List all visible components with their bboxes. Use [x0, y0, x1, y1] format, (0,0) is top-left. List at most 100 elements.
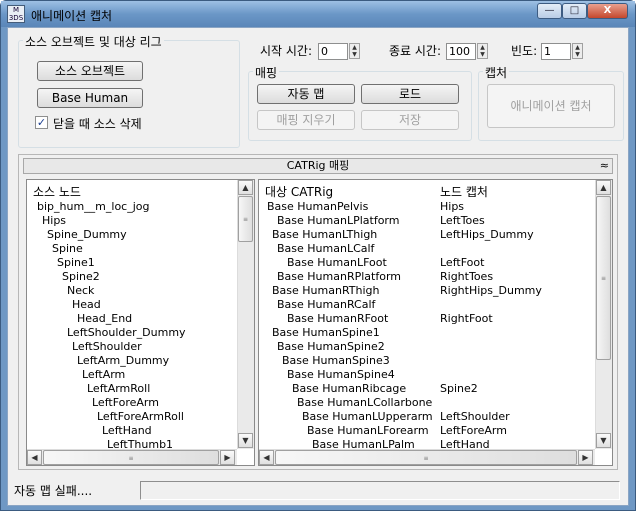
- scroll-up-arrow-icon[interactable]: ▲: [596, 180, 611, 195]
- source-node-item[interactable]: Spine2: [62, 270, 100, 283]
- target-catrig-node[interactable]: Base HumanRibcage: [292, 382, 406, 395]
- node-capture-header: 노드 캡처: [440, 185, 488, 199]
- catrig-mapping-rollout-header[interactable]: CATRig 매핑 ≈: [23, 158, 613, 174]
- capture-group-label: 캡처: [483, 64, 510, 81]
- clear-mapping-button[interactable]: 매핑 지우기: [257, 110, 355, 130]
- catrig-mapping-panel: CATRig 매핑 ≈ 소스 노드 bip_hum__m_loc_jog Hips…: [18, 154, 618, 470]
- captured-node[interactable]: Spine2: [440, 382, 478, 395]
- target-catrig-node[interactable]: Base HumanSpine1: [272, 326, 380, 339]
- collapse-icon[interactable]: ≈: [600, 160, 609, 172]
- source-list-hscroll-thumb[interactable]: ≡: [43, 450, 219, 465]
- frequency-label: 빈도:: [511, 44, 538, 58]
- catrig-mapping-title: CATRig 매핑: [286, 159, 350, 172]
- source-node-item[interactable]: LeftForeArm: [92, 396, 159, 409]
- target-list-vertical-scrollbar[interactable]: ▲ ≡ ▼: [595, 180, 612, 449]
- source-node-item[interactable]: Spine1: [57, 256, 95, 269]
- dialog-client-area: 소스 오브젝트 및 대상 리그 소스 오브젝트 Base Human ✓ 닫을 …: [7, 27, 629, 506]
- target-catrig-node[interactable]: Base HumanLUpperarm: [302, 410, 433, 423]
- base-human-button[interactable]: Base Human: [37, 88, 143, 108]
- minimize-button[interactable]: —: [537, 3, 562, 19]
- target-catrig-node[interactable]: Base HumanLCalf: [277, 242, 374, 255]
- source-node-item[interactable]: LeftForeArmRoll: [97, 410, 184, 423]
- source-node-item[interactable]: bip_hum__m_loc_jog: [37, 200, 150, 213]
- target-catrig-node[interactable]: Base HumanSpine4: [287, 368, 395, 381]
- end-time-spinner[interactable]: ▲ ▼: [477, 43, 488, 59]
- source-group-label: 소스 오브젝트 및 대상 리그: [23, 33, 164, 50]
- window-title: 애니메이션 캡처: [31, 9, 113, 23]
- target-list-vscroll-thumb[interactable]: ≡: [596, 196, 611, 360]
- captured-node[interactable]: RightHips_Dummy: [440, 284, 542, 297]
- end-time-label: 종료 시간:: [389, 44, 442, 58]
- start-time-field[interactable]: 0: [318, 43, 348, 60]
- target-catrig-node[interactable]: Base HumanRFoot: [287, 312, 388, 325]
- source-node-item[interactable]: LeftHand: [102, 424, 152, 437]
- start-time-label: 시작 시간:: [260, 44, 313, 58]
- animation-capture-window: M 3DS 애니메이션 캡처 — □ X 소스 오브젝트 및 대상 리그 소스 오…: [0, 0, 636, 511]
- source-node-item[interactable]: LeftShoulder: [72, 340, 142, 353]
- target-catrig-node[interactable]: Base HumanRThigh: [272, 284, 380, 297]
- captured-node[interactable]: RightFoot: [440, 312, 493, 325]
- close-button[interactable]: X: [587, 3, 628, 19]
- captured-node[interactable]: Hips: [440, 200, 464, 213]
- scroll-down-arrow-icon[interactable]: ▼: [596, 433, 611, 448]
- captured-node[interactable]: LeftForeArm: [440, 424, 507, 437]
- frequency-spinner[interactable]: ▲ ▼: [572, 43, 583, 59]
- app-icon-text-top: M: [12, 6, 20, 14]
- capture-group: 캡처 애니메이션 캡처: [478, 64, 624, 141]
- target-catrig-node[interactable]: Base HumanSpine2: [277, 340, 385, 353]
- source-node-item[interactable]: Neck: [67, 284, 94, 297]
- target-catrig-node[interactable]: Base HumanRPlatform: [277, 270, 401, 283]
- source-node-header: 소스 노드: [33, 185, 81, 199]
- save-button[interactable]: 저장: [361, 110, 459, 130]
- scroll-right-arrow-icon[interactable]: ▶: [220, 450, 235, 465]
- start-time-spinner[interactable]: ▲ ▼: [349, 43, 360, 59]
- target-list-hscroll-thumb[interactable]: ≡: [275, 450, 577, 465]
- scroll-down-arrow-icon[interactable]: ▼: [238, 433, 253, 448]
- source-node-item[interactable]: Head: [72, 298, 101, 311]
- source-list-vscroll-thumb[interactable]: ≡: [238, 196, 253, 242]
- captured-node[interactable]: LeftToes: [440, 214, 485, 227]
- captured-node[interactable]: LeftHips_Dummy: [440, 228, 534, 241]
- scroll-right-arrow-icon[interactable]: ▶: [578, 450, 593, 465]
- target-catrig-node[interactable]: Base HumanPelvis: [267, 200, 368, 213]
- title-bar[interactable]: M 3DS 애니메이션 캡처 — □ X: [1, 1, 635, 27]
- target-catrig-node[interactable]: Base HumanLFoot: [287, 256, 387, 269]
- scroll-left-arrow-icon[interactable]: ◀: [27, 450, 42, 465]
- source-list-vertical-scrollbar[interactable]: ▲ ≡ ▼: [237, 180, 254, 449]
- source-node-item[interactable]: Head_End: [77, 312, 132, 325]
- load-button[interactable]: 로드: [361, 84, 459, 104]
- maximize-button[interactable]: □: [562, 3, 587, 19]
- delete-source-on-close-checkbox[interactable]: ✓: [35, 116, 48, 129]
- target-catrig-node[interactable]: Base HumanRCalf: [277, 298, 375, 311]
- source-node-item[interactable]: LeftArmRoll: [87, 382, 150, 395]
- target-catrig-node[interactable]: Base HumanLThigh: [272, 228, 377, 241]
- frequency-field[interactable]: 1: [541, 43, 571, 60]
- source-list-horizontal-scrollbar[interactable]: ◀ ≡ ▶: [27, 449, 237, 465]
- target-catrig-node[interactable]: Base HumanSpine3: [282, 354, 390, 367]
- source-node-item[interactable]: Spine_Dummy: [47, 228, 127, 241]
- capture-animation-button[interactable]: 애니메이션 캡처: [487, 84, 615, 128]
- scroll-up-arrow-icon[interactable]: ▲: [238, 180, 253, 195]
- source-object-group: 소스 오브젝트 및 대상 리그 소스 오브젝트 Base Human ✓ 닫을 …: [18, 33, 240, 148]
- target-catrig-node[interactable]: Base HumanLForearm: [307, 424, 429, 437]
- target-catrig-node[interactable]: Base HumanLPlatform: [277, 214, 399, 227]
- target-list-horizontal-scrollbar[interactable]: ◀ ≡ ▶: [259, 449, 595, 465]
- delete-source-on-close-label: 닫을 때 소스 삭제: [53, 117, 142, 131]
- status-text: 자동 맵 실패....: [14, 484, 93, 498]
- target-catrig-node[interactable]: Base HumanLCollarbone: [297, 396, 432, 409]
- end-time-field[interactable]: 100: [446, 43, 476, 60]
- source-node-list[interactable]: 소스 노드 bip_hum__m_loc_jog Hips Spine_Dummy S…: [26, 179, 255, 466]
- source-node-item[interactable]: LeftArm: [82, 368, 125, 381]
- source-node-item[interactable]: LeftShoulder_Dummy: [67, 326, 186, 339]
- source-object-button[interactable]: 소스 오브젝트: [37, 61, 143, 81]
- 3ds-max-app-icon: M 3DS: [7, 5, 25, 23]
- captured-node[interactable]: RightToes: [440, 270, 493, 283]
- captured-node[interactable]: LeftShoulder: [440, 410, 510, 423]
- captured-node[interactable]: LeftFoot: [440, 256, 484, 269]
- scroll-left-arrow-icon[interactable]: ◀: [259, 450, 274, 465]
- source-node-item[interactable]: LeftArm_Dummy: [77, 354, 169, 367]
- auto-map-button[interactable]: 자동 맵: [257, 84, 355, 104]
- target-catrig-list[interactable]: 대상 CATRig 노드 캡처 Base HumanPelvis Hips Base…: [258, 179, 613, 466]
- source-node-item[interactable]: Hips: [42, 214, 66, 227]
- source-node-item[interactable]: Spine: [52, 242, 83, 255]
